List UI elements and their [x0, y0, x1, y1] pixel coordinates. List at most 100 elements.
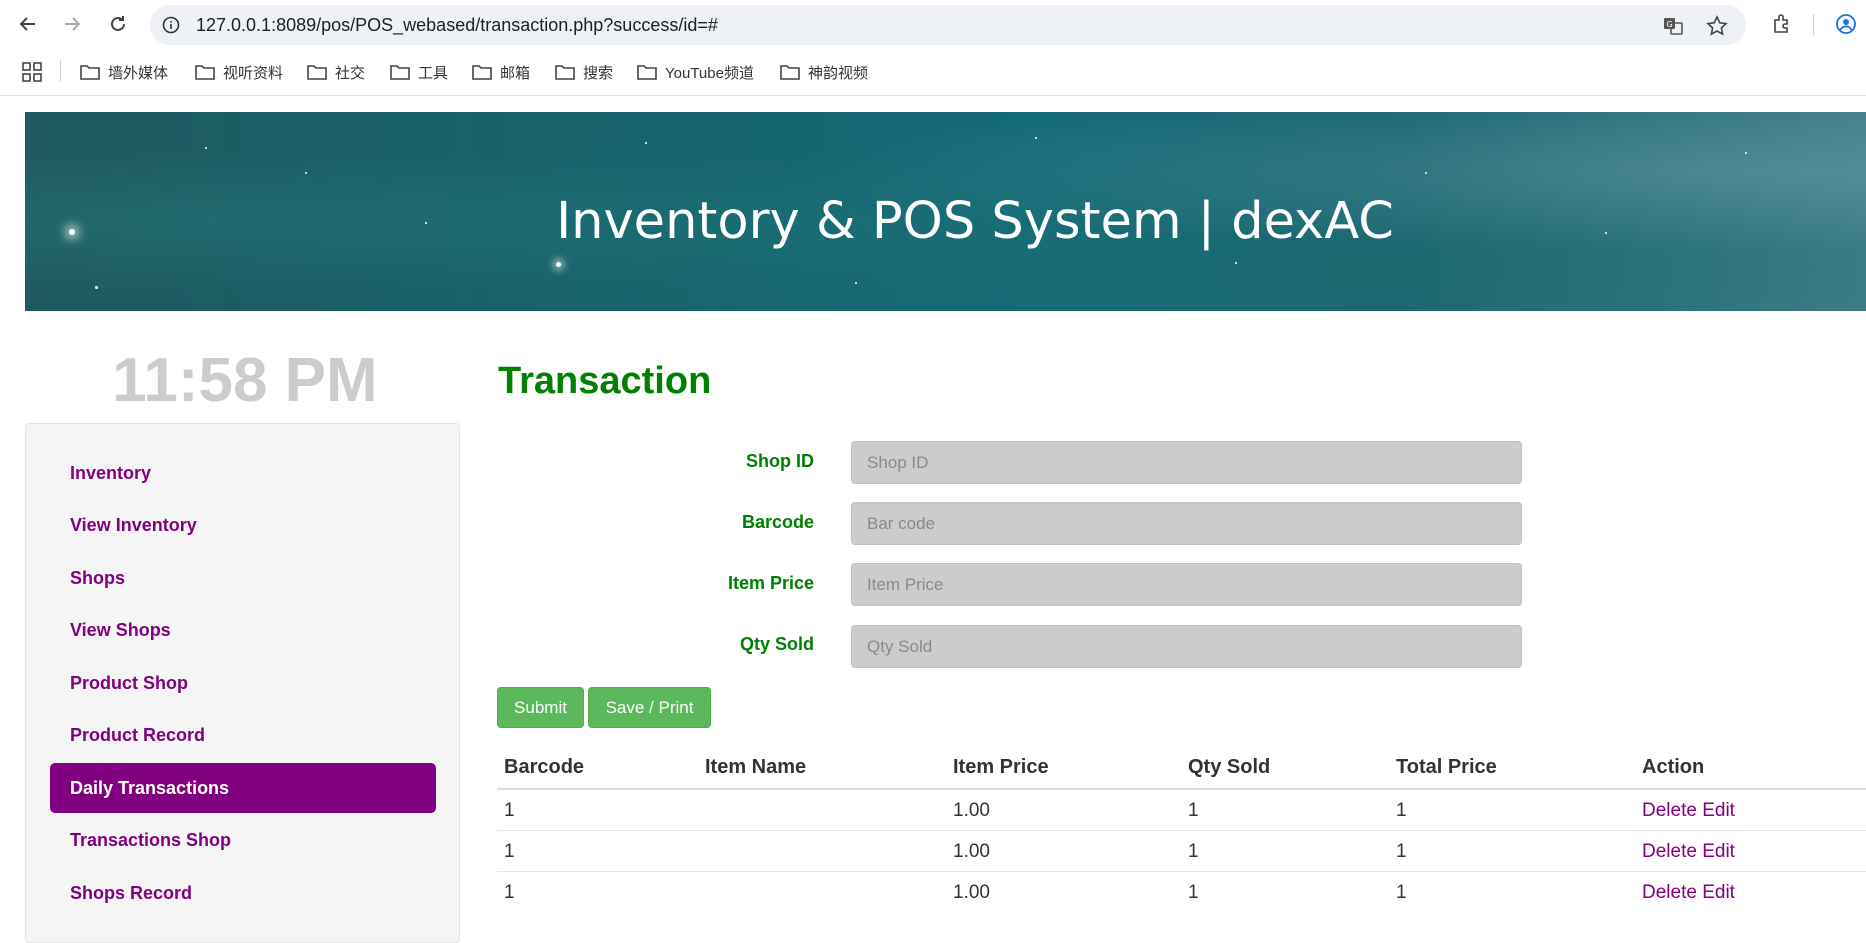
qty-sold-label: Qty Sold — [739, 634, 814, 654]
header-banner: Inventory & POS System | dexAC — [25, 112, 1866, 311]
shop-id-label: Shop ID — [746, 451, 814, 471]
sidebar-item-view-shops[interactable]: View Shops — [50, 605, 436, 655]
qty-sold-input[interactable] — [851, 625, 1522, 668]
column-header-action: Action — [1642, 756, 1705, 778]
edit-link[interactable]: Edit — [1702, 800, 1735, 821]
column-header-qty-sold: Qty Sold — [1188, 756, 1271, 778]
back-arrow-icon[interactable] — [16, 12, 40, 36]
sidebar-item-inventory[interactable]: Inventory — [50, 448, 436, 498]
star-decoration — [305, 172, 307, 174]
translate-icon[interactable]: G — [1662, 15, 1684, 37]
star-decoration — [645, 142, 647, 144]
reload-icon[interactable] — [106, 12, 130, 36]
extensions-icon[interactable] — [1770, 12, 1794, 36]
address-bar[interactable]: 127.0.0.1:8089/pos/POS_webased/transacti… — [150, 5, 1746, 45]
folder-icon — [472, 65, 492, 80]
bookmark-label: 邮箱 — [500, 64, 531, 82]
star-decoration — [1425, 172, 1427, 174]
shop-id-input[interactable] — [851, 441, 1522, 484]
item-price-input[interactable] — [851, 563, 1522, 606]
star-decoration — [556, 262, 561, 267]
sidebar-item-shops[interactable]: Shops — [50, 553, 436, 603]
sidebar-item-transactions-shop[interactable]: Transactions Shop — [50, 815, 436, 865]
bookmark-folder[interactable]: 视听资料 — [195, 60, 283, 84]
bookmark-folder[interactable]: 社交 — [307, 60, 365, 84]
bookmark-folder[interactable]: 搜索 — [555, 60, 613, 84]
cell-qty-sold: 1 — [1188, 882, 1199, 903]
delete-link[interactable]: Delete — [1642, 882, 1697, 903]
page-title: Transaction — [498, 360, 712, 402]
cell-total-price: 1 — [1396, 800, 1407, 821]
folder-icon — [555, 65, 575, 80]
star-decoration — [95, 286, 98, 289]
browser-toolbar: 127.0.0.1:8089/pos/POS_webased/transacti… — [0, 0, 1866, 48]
column-header-total-price: Total Price — [1396, 756, 1497, 778]
url-text[interactable]: 127.0.0.1:8089/pos/POS_webased/transacti… — [196, 15, 718, 36]
row-divider — [497, 830, 1866, 831]
bookmark-label: 社交 — [335, 64, 366, 82]
cell-actions: Delete Edit — [1642, 841, 1735, 863]
profile-avatar-icon[interactable] — [1834, 12, 1858, 36]
cell-item-price: 1.00 — [953, 841, 990, 862]
table-header-divider — [497, 788, 1866, 790]
folder-icon — [780, 65, 800, 80]
sidebar-item-shops-record[interactable]: Shops Record — [50, 868, 436, 918]
item-price-label: Item Price — [727, 573, 814, 593]
column-header-barcode: Barcode — [504, 756, 585, 778]
folder-icon — [390, 65, 410, 80]
bookmark-folder[interactable]: YouTube频道 — [637, 60, 754, 84]
barcode-input[interactable] — [851, 502, 1522, 545]
bookmark-star-icon[interactable] — [1706, 15, 1728, 37]
bookmarks-divider — [60, 60, 61, 82]
apps-grid-icon[interactable] — [22, 62, 42, 82]
folder-icon — [80, 65, 100, 80]
cell-qty-sold: 1 — [1188, 800, 1199, 821]
row-divider — [497, 871, 1866, 872]
folder-icon — [637, 65, 657, 80]
delete-link[interactable]: Delete — [1642, 800, 1697, 821]
star-decoration — [205, 147, 207, 149]
toolbar-divider — [1813, 14, 1814, 36]
sidebar-item-product-shop[interactable]: Product Shop — [50, 658, 436, 708]
sidebar-item-view-inventory[interactable]: View Inventory — [50, 500, 436, 550]
bookmark-label: 视听资料 — [223, 64, 284, 82]
cell-barcode: 1 — [504, 882, 515, 903]
star-decoration — [1235, 262, 1237, 264]
edit-link[interactable]: Edit — [1702, 841, 1735, 862]
bookmark-folder[interactable]: 墙外媒体 — [80, 60, 168, 84]
bookmark-folder[interactable]: 神韵视频 — [780, 60, 868, 84]
bookmarks-bar: 墙外媒体 视听资料 社交 工具 邮箱 搜索 YouTube频道 神韵视频 — [0, 48, 1866, 96]
svg-text:G: G — [1667, 20, 1673, 29]
forward-arrow-icon[interactable] — [60, 12, 84, 36]
cell-actions: Delete Edit — [1642, 882, 1735, 904]
cell-qty-sold: 1 — [1188, 841, 1199, 862]
edit-link[interactable]: Edit — [1702, 882, 1735, 903]
submit-button[interactable]: Submit — [497, 687, 584, 728]
bookmark-folder[interactable]: 工具 — [390, 60, 448, 84]
sidebar-item-product-record[interactable]: Product Record — [50, 710, 436, 760]
column-header-item-name: Item Name — [705, 756, 807, 778]
bookmark-label: YouTube频道 — [665, 64, 754, 82]
star-decoration — [1035, 137, 1037, 139]
cell-total-price: 1 — [1396, 841, 1407, 862]
delete-link[interactable]: Delete — [1642, 841, 1697, 862]
bookmark-label: 搜索 — [583, 64, 614, 82]
star-decoration — [855, 282, 857, 284]
folder-icon — [307, 65, 327, 80]
save-print-button[interactable]: Save / Print — [588, 687, 711, 728]
cell-barcode: 1 — [504, 841, 515, 862]
site-info-icon[interactable] — [162, 16, 180, 34]
star-decoration — [1745, 152, 1747, 154]
bookmark-label: 工具 — [418, 64, 449, 82]
bookmark-label: 墙外媒体 — [108, 64, 169, 82]
bookmark-label: 神韵视频 — [808, 64, 869, 82]
cell-barcode: 1 — [504, 800, 515, 821]
clock-display: 11:58 PM — [112, 346, 378, 415]
folder-icon — [195, 65, 215, 80]
cell-actions: Delete Edit — [1642, 800, 1735, 822]
barcode-label: Barcode — [741, 512, 814, 532]
cell-total-price: 1 — [1396, 882, 1407, 903]
sidebar-item-daily-transactions[interactable]: Daily Transactions — [50, 763, 436, 813]
bookmark-folder[interactable]: 邮箱 — [472, 60, 530, 84]
cell-item-price: 1.00 — [953, 882, 990, 903]
